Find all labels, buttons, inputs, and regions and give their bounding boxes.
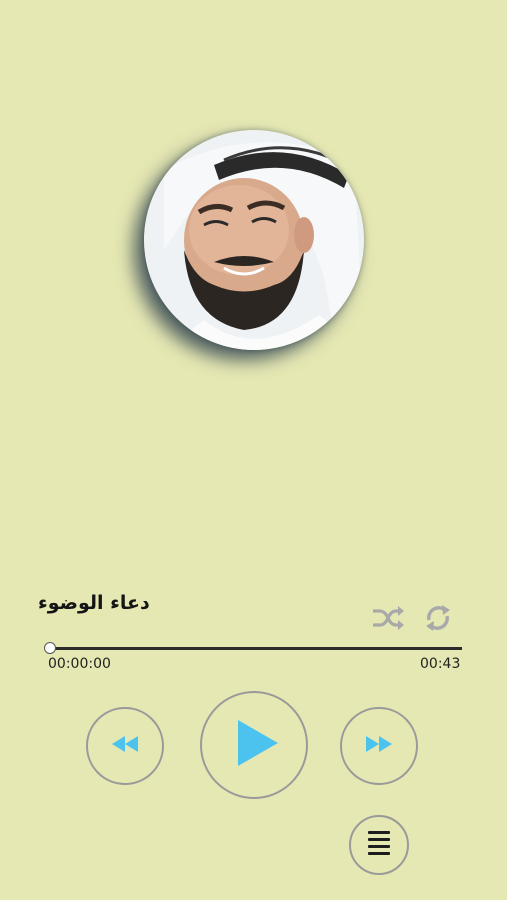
shuffle-button[interactable] bbox=[370, 604, 406, 636]
track-title: دعاء الوضوء bbox=[38, 592, 150, 614]
progress-slider[interactable] bbox=[44, 642, 462, 654]
progress-knob[interactable] bbox=[44, 642, 56, 654]
rewind-icon bbox=[112, 736, 138, 756]
repeat-button[interactable] bbox=[420, 604, 456, 636]
play-button[interactable] bbox=[200, 691, 308, 799]
repeat-icon bbox=[422, 603, 454, 637]
fast-forward-icon bbox=[366, 736, 392, 756]
elapsed-time: 00:00:00 bbox=[48, 656, 111, 672]
shuffle-icon bbox=[371, 605, 405, 635]
reciter-cover-image bbox=[144, 130, 364, 350]
previous-button[interactable] bbox=[86, 707, 164, 785]
playlist-button[interactable] bbox=[349, 815, 409, 875]
play-icon bbox=[238, 720, 278, 770]
total-time: 00:43 bbox=[420, 656, 461, 672]
next-button[interactable] bbox=[340, 707, 418, 785]
player-screen: دعاء الوضوء 00:00:00 00:43 bbox=[0, 0, 507, 900]
list-icon bbox=[368, 830, 390, 860]
